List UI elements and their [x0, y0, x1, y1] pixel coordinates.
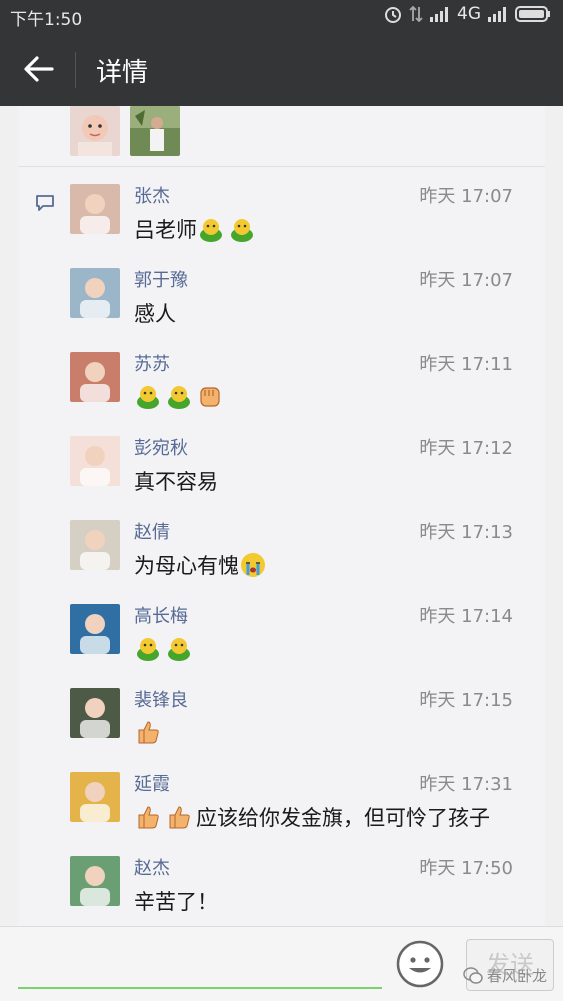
- comment-time: 昨天 17:14: [419, 606, 513, 627]
- commenter-avatar[interactable]: [70, 604, 120, 654]
- wechat-icon: [463, 966, 483, 984]
- grin-emoji-icon: [200, 219, 222, 242]
- commenter-name[interactable]: 高长梅: [134, 602, 188, 628]
- comment-text: 应该给你发金旗，但可怜了孩子: [134, 802, 490, 832]
- thumbs-up-emoji-icon: [138, 806, 159, 829]
- comment-text-body: 为母心有愧: [134, 554, 239, 578]
- title-divider: [75, 52, 76, 88]
- comment-input[interactable]: [18, 987, 382, 989]
- watermark-text: 春风卧龙: [486, 967, 547, 985]
- comment-item[interactable]: 张杰 昨天 17:07 吕老师: [18, 184, 545, 268]
- comment-text-body: 感人: [134, 302, 176, 326]
- thumbs-up-emoji-icon: [138, 721, 159, 744]
- commenter-name[interactable]: 延霞: [134, 770, 170, 796]
- grin-emoji-icon: [168, 638, 190, 661]
- liker-avatar[interactable]: [70, 106, 120, 156]
- grin-emoji-icon: [137, 386, 159, 409]
- signal-icon-2: [488, 7, 506, 22]
- comment-time: 昨天 17:07: [419, 270, 513, 291]
- comment-text: [134, 634, 196, 662]
- comment-text-body: 辛苦了！: [134, 890, 218, 914]
- comment-text-body: 真不容易: [134, 470, 218, 494]
- comment-item[interactable]: 赵杰 昨天 17:50 辛苦了！: [18, 856, 545, 926]
- comment-text: 吕老师: [134, 214, 259, 244]
- input-bar: 发送 春风卧龙: [0, 926, 563, 1001]
- smiley-icon[interactable]: [395, 939, 445, 989]
- comment-text-body: 应该给你发金旗，但可怜了孩子: [196, 806, 490, 830]
- commenter-name[interactable]: 彭宛秋: [134, 434, 188, 460]
- grin-emoji-icon: [231, 219, 253, 242]
- comment-text: [134, 382, 227, 410]
- alarm-icon: [385, 7, 401, 23]
- commenter-name[interactable]: 裴锋良: [134, 686, 188, 712]
- comment-item[interactable]: 高长梅 昨天 17:14: [18, 604, 545, 688]
- status-bar: 下午1:50 4G: [0, 0, 563, 32]
- thumbs-up-emoji-icon: [169, 806, 190, 829]
- comment-item[interactable]: 延霞 昨天 17:31 应该给你发金旗，但可怜了孩子: [18, 772, 545, 856]
- comment-text: [134, 718, 165, 746]
- commenter-avatar[interactable]: [70, 856, 120, 906]
- data-transfer-icon: [409, 5, 423, 23]
- comment-text: 感人: [134, 298, 176, 328]
- likes-row: [18, 106, 545, 167]
- comment-time: 昨天 17:50: [419, 858, 513, 879]
- comment-time: 昨天 17:12: [419, 438, 513, 459]
- commenter-avatar[interactable]: [70, 772, 120, 822]
- commenter-name[interactable]: 苏苏: [134, 350, 170, 376]
- battery-icon: [515, 6, 550, 22]
- commenter-avatar[interactable]: [70, 520, 120, 570]
- liker-avatar[interactable]: [130, 106, 180, 156]
- status-time: 下午1:50: [10, 10, 83, 30]
- comment-item[interactable]: 苏苏 昨天 17:11: [18, 352, 545, 436]
- comment-time: 昨天 17:11: [419, 354, 513, 375]
- page-title: 详情: [96, 58, 149, 88]
- comment-text: 真不容易: [134, 466, 218, 496]
- comment-panel[interactable]: 张杰 昨天 17:07 吕老师 郭于豫 昨天 17:07 感人 苏苏 昨天 17:11 彭宛秋昨…: [18, 106, 545, 926]
- signal-icon: [430, 7, 448, 22]
- commenter-name[interactable]: 张杰: [134, 182, 170, 208]
- comment-time: 昨天 17:07: [419, 186, 513, 207]
- comment-time: 昨天 17:13: [419, 522, 513, 543]
- comment-text-body: 吕老师: [134, 218, 197, 242]
- watermark: 春风卧龙: [463, 965, 547, 986]
- grin-emoji-icon: [168, 386, 190, 409]
- commenter-avatar[interactable]: [70, 184, 120, 234]
- network-type: 4G: [457, 4, 481, 24]
- cry-emoji-icon: [241, 553, 265, 577]
- comment-item[interactable]: 郭于豫 昨天 17:07 感人: [18, 268, 545, 352]
- grin-emoji-icon: [137, 638, 159, 661]
- comment-text: 辛苦了！: [134, 886, 218, 916]
- commenter-name[interactable]: 赵杰: [134, 854, 170, 880]
- comment-time: 昨天 17:31: [419, 774, 513, 795]
- comment-item[interactable]: 赵倩 昨天 17:13 为母心有愧: [18, 520, 545, 604]
- comment-item[interactable]: 裴锋良 昨天 17:15: [18, 688, 545, 772]
- commenter-avatar[interactable]: [70, 352, 120, 402]
- fist-emoji-icon: [200, 387, 220, 407]
- title-bar: 详情: [0, 32, 563, 106]
- comment-text: 为母心有愧: [134, 550, 270, 580]
- commenter-name[interactable]: 郭于豫: [134, 266, 188, 292]
- comment-item[interactable]: 彭宛秋 昨天 17:12 真不容易: [18, 436, 545, 520]
- status-icons: 4G: [383, 4, 551, 24]
- commenter-avatar[interactable]: [70, 268, 120, 318]
- back-arrow-icon[interactable]: [22, 52, 56, 86]
- commenter-avatar[interactable]: [70, 436, 120, 486]
- comment-time: 昨天 17:15: [419, 690, 513, 711]
- commenter-name[interactable]: 赵倩: [134, 518, 170, 544]
- commenter-avatar[interactable]: [70, 688, 120, 738]
